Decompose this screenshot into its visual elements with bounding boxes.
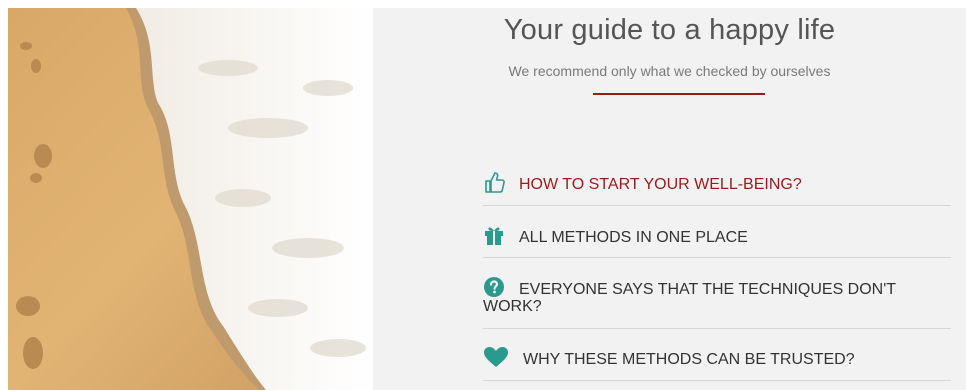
menu-item-all-methods[interactable]: ALL METHODS IN ONE PLACE (483, 206, 951, 258)
page: Your guide to a happy life We recommend … (8, 8, 966, 390)
page-subtitle: We recommend only what we checked by our… (508, 63, 831, 79)
menu-item-label: ALL METHODS IN ONE PLACE (519, 229, 748, 246)
gift-icon (485, 227, 503, 245)
heart-icon (484, 347, 508, 367)
menu-item-techniques[interactable]: EVERYONE SAYS THAT THE TECHNIQUES DON'T … (483, 258, 951, 329)
guide-menu: HOW TO START YOUR WELL-BEING? ALL METHOD… (483, 158, 951, 381)
thumbs-up-icon (485, 172, 505, 193)
menu-item-label: EVERYONE SAYS THAT THE TECHNIQUES DON'T … (483, 281, 896, 315)
menu-item-label: HOW TO START YOUR WELL-BEING? (519, 176, 802, 193)
title-divider (593, 93, 765, 95)
content-panel: Your guide to a happy life We recommend … (373, 8, 966, 390)
menu-item-label: WHY THESE METHODS CAN BE TRUSTED? (523, 351, 855, 368)
menu-item-well-being[interactable]: HOW TO START YOUR WELL-BEING? (483, 158, 951, 206)
beach-footprints-image (8, 8, 373, 390)
page-title: Your guide to a happy life (503, 14, 836, 46)
menu-item-trusted[interactable]: WHY THESE METHODS CAN BE TRUSTED? (483, 329, 951, 381)
